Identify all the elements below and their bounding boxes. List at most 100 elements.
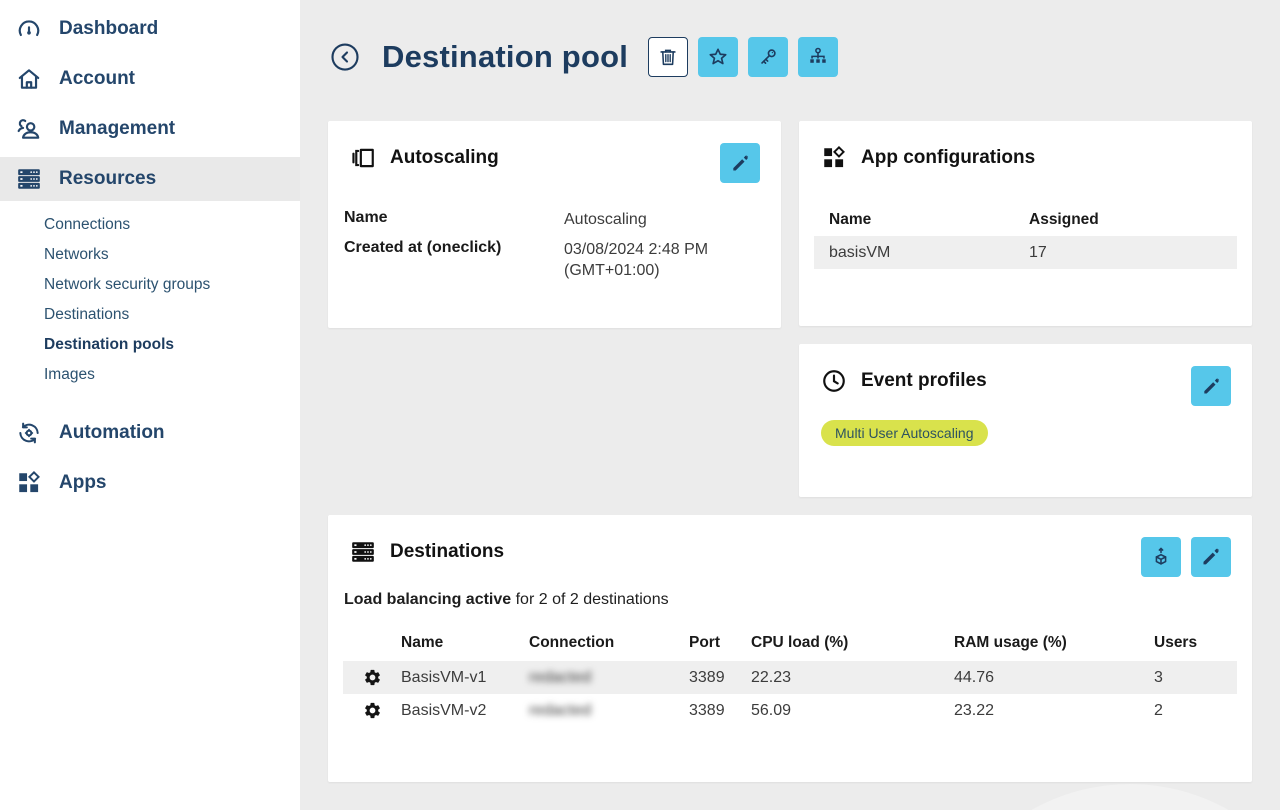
scaling-icon: [350, 145, 376, 171]
destination-users: 2: [1154, 702, 1237, 720]
autoscaling-fields: Name Autoscaling Created at (oneclick) 0…: [328, 171, 781, 306]
table-row[interactable]: basisVM 17: [814, 236, 1237, 269]
sidebar-item-management[interactable]: Management: [0, 104, 300, 154]
column-header: Assigned: [1029, 211, 1237, 229]
sidebar-item-account[interactable]: Account: [0, 54, 300, 104]
apps-icon: [15, 470, 42, 497]
pencil-icon: [1200, 546, 1222, 568]
sitemap-icon: [807, 46, 829, 68]
destination-port: 3389: [689, 702, 751, 720]
sidebar-item-label: Dashboard: [59, 18, 158, 40]
column-header: Users: [1154, 634, 1237, 652]
edit-event-profiles-button[interactable]: [1191, 366, 1231, 406]
sidebar-item-images[interactable]: Images: [0, 360, 300, 390]
gauge-icon: [15, 16, 42, 43]
row-settings-button[interactable]: [343, 668, 401, 687]
sidebar-item-label: Apps: [59, 472, 107, 494]
destination-cpu-load: 22.23: [751, 669, 954, 687]
column-header: Name: [829, 211, 1029, 229]
destination-name: BasisVM-v2: [401, 702, 529, 720]
column-header: CPU load (%): [751, 634, 954, 652]
event-profiles-card: Event profiles Multi User Autoscaling: [799, 344, 1252, 497]
header-actions: [648, 37, 838, 77]
event-profile-badge[interactable]: Multi User Autoscaling: [821, 420, 988, 446]
column-header: Name: [401, 634, 529, 652]
resources-submenu: Connections Networks Network security gr…: [0, 204, 300, 400]
sidebar-item-networks[interactable]: Networks: [0, 240, 300, 270]
field-label: Name: [344, 209, 564, 231]
users-icon: [15, 116, 42, 143]
clock-icon: [821, 368, 847, 394]
page-header: Destination pool: [328, 36, 1252, 78]
sidebar-item-destinations[interactable]: Destinations: [0, 300, 300, 330]
cards-grid: Autoscaling Name Autoscaling Created at …: [328, 121, 1252, 782]
credentials-button[interactable]: [748, 37, 788, 77]
edit-destinations-button[interactable]: [1191, 537, 1231, 577]
destinations-table: Name Connection Port CPU load (%) RAM us…: [343, 625, 1237, 727]
table-header-row: Name Assigned: [814, 203, 1237, 236]
trash-icon: [657, 46, 679, 68]
sidebar-item-dashboard[interactable]: Dashboard: [0, 4, 300, 54]
app-config-assigned: 17: [1029, 244, 1237, 262]
card-title: App configurations: [861, 147, 1035, 169]
automation-icon: [15, 420, 42, 447]
row-settings-button[interactable]: [343, 701, 401, 720]
column-header: Connection: [529, 634, 689, 652]
app-configurations-table: Name Assigned basisVM 17: [814, 203, 1237, 269]
cube-upload-icon: [1150, 546, 1172, 568]
right-column: App configurations Name Assigned basisVM…: [799, 121, 1252, 497]
table-header-row: Name Connection Port CPU load (%) RAM us…: [343, 625, 1237, 661]
destination-name: BasisVM-v1: [401, 669, 529, 687]
card-title: Event profiles: [861, 370, 987, 392]
decorative-circle: [930, 784, 1280, 810]
star-icon: [707, 46, 729, 68]
home-icon: [15, 66, 42, 93]
status-rest-text: for 2 of 2 destinations: [511, 591, 668, 608]
app-configurations-card: App configurations Name Assigned basisVM…: [799, 121, 1252, 326]
autoscaling-card: Autoscaling Name Autoscaling Created at …: [328, 121, 781, 328]
table-row[interactable]: BasisVM-v1 redacted 3389 22.23 44.76 3: [343, 661, 1237, 694]
gear-icon: [363, 668, 382, 687]
column-header: RAM usage (%): [954, 634, 1154, 652]
chevron-left-circle-icon: [330, 42, 360, 72]
main-content: Destination pool: [300, 0, 1280, 810]
sidebar-item-destination-pools[interactable]: Destination pools: [0, 330, 300, 360]
sidebar-item-network-security-groups[interactable]: Network security groups: [0, 270, 300, 300]
edit-autoscaling-button[interactable]: [720, 143, 760, 183]
status-bold-text: Load balancing active: [344, 591, 511, 608]
card-title: Autoscaling: [390, 147, 499, 169]
deploy-button[interactable]: [1141, 537, 1181, 577]
server-icon: [15, 166, 42, 193]
destination-connection-redacted: redacted: [529, 702, 689, 720]
destination-ram-usage: 44.76: [954, 669, 1154, 687]
app-config-name: basisVM: [829, 244, 1029, 262]
back-button[interactable]: [330, 42, 360, 72]
destination-users: 3: [1154, 669, 1237, 687]
table-row[interactable]: BasisVM-v2 redacted 3389 56.09 23.22 2: [343, 694, 1237, 727]
load-balancing-status: Load balancing active for 2 of 2 destina…: [328, 565, 1252, 609]
column-header: Port: [689, 634, 751, 652]
field-value: 03/08/2024 2:48 PM (GMT+01:00): [564, 239, 759, 282]
page-title: Destination pool: [382, 39, 628, 75]
sidebar: Dashboard Account Management: [0, 0, 300, 810]
pencil-icon: [730, 153, 751, 174]
sidebar-item-label: Automation: [59, 422, 165, 444]
field-label: Created at (oneclick): [344, 239, 564, 282]
pencil-icon: [1201, 376, 1222, 397]
event-profile-badges: Multi User Autoscaling: [799, 394, 1252, 472]
server-icon: [350, 539, 376, 565]
gear-icon: [363, 701, 382, 720]
card-title: Destinations: [390, 541, 504, 563]
sidebar-item-label: Resources: [59, 168, 156, 190]
field-value: Autoscaling: [564, 209, 759, 231]
destination-connection-redacted: redacted: [529, 669, 689, 687]
key-icon: [757, 46, 779, 68]
sidebar-item-connections[interactable]: Connections: [0, 210, 300, 240]
sidebar-item-label: Management: [59, 118, 175, 140]
sidebar-item-apps[interactable]: Apps: [0, 458, 300, 508]
sidebar-item-automation[interactable]: Automation: [0, 408, 300, 458]
hierarchy-button[interactable]: [798, 37, 838, 77]
sidebar-item-resources[interactable]: Resources: [0, 157, 300, 201]
favorite-button[interactable]: [698, 37, 738, 77]
delete-button[interactable]: [648, 37, 688, 77]
